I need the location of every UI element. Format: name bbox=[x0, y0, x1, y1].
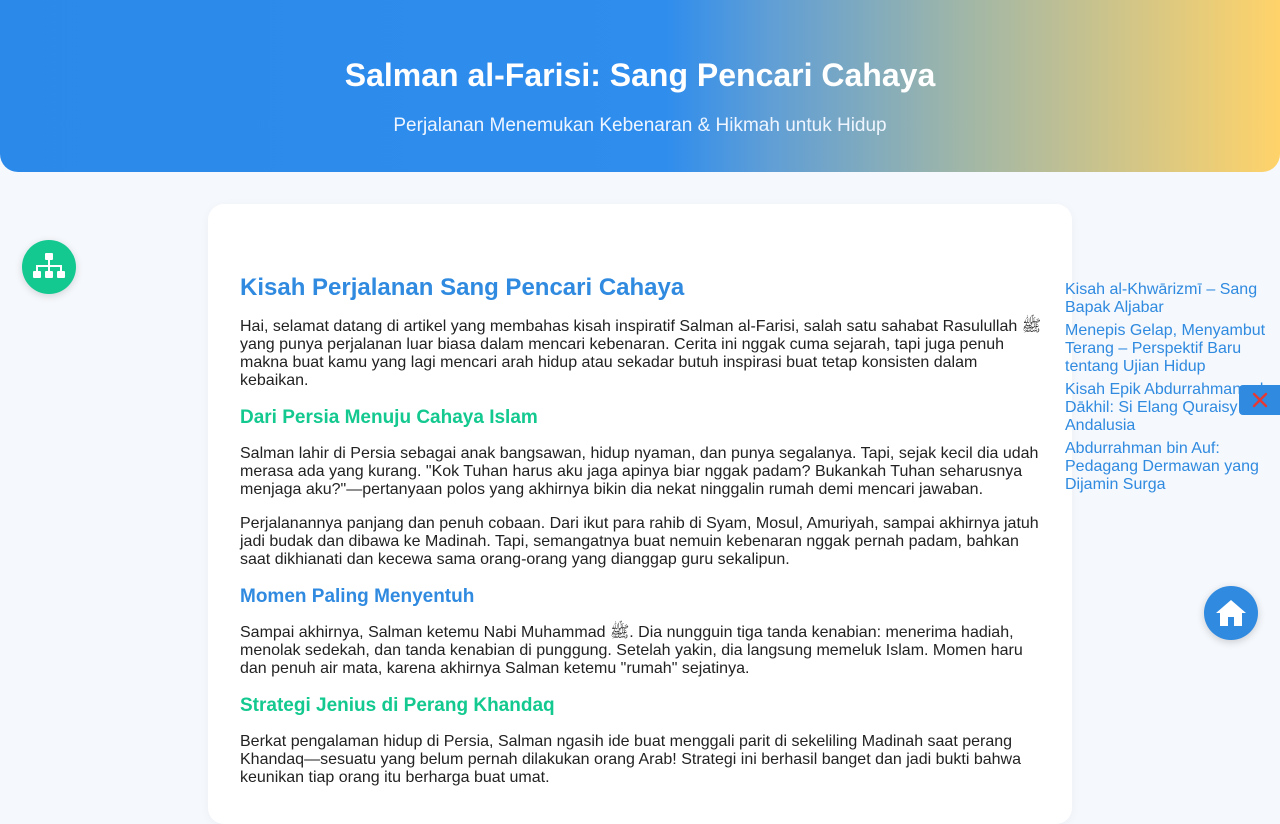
section-title: Momen Paling Menyentuh bbox=[240, 586, 475, 607]
related-link[interactable]: Abdurrahman bin Auf: Pedagang Dermawan y… bbox=[1065, 440, 1270, 494]
sitemap-button[interactable] bbox=[22, 240, 76, 294]
article-intro: Hai, selamat datang di artikel yang memb… bbox=[240, 318, 1042, 389]
section-title: Dari Persia Menuju Cahaya Islam bbox=[240, 407, 538, 428]
page-header: Salman al-Farisi: Sang Pencari Cahaya Pe… bbox=[0, 0, 1280, 172]
close-related-button[interactable] bbox=[1239, 385, 1280, 415]
section-paragraph: Salman lahir di Persia sebagai anak bang… bbox=[240, 445, 1039, 498]
close-icon bbox=[1252, 392, 1267, 408]
page-subtitle: Perjalanan Menemukan Kebenaran & Hikmah … bbox=[393, 115, 887, 136]
article-heading: Kisah Perjalanan Sang Pencari Cahaya bbox=[240, 274, 685, 301]
page-title: Salman al-Farisi: Sang Pencari Cahaya bbox=[344, 57, 936, 93]
section-paragraph: Berkat pengalaman hidup di Persia, Salma… bbox=[240, 733, 1021, 786]
article-content: Kisah Perjalanan Sang Pencari Cahaya Hai… bbox=[240, 272, 1044, 803]
home-icon bbox=[1216, 600, 1246, 626]
related-link[interactable]: Menepis Gelap, Menyambut Terang – Perspe… bbox=[1065, 322, 1270, 376]
section-paragraph: Sampai akhirnya, Salman ketemu Nabi Muha… bbox=[240, 624, 1023, 677]
home-button[interactable] bbox=[1204, 586, 1258, 640]
sitemap-icon bbox=[33, 253, 65, 278]
related-link[interactable]: Kisah al-Khwārizmī – Sang Bapak Aljabar bbox=[1065, 281, 1270, 317]
section-title: Strategi Jenius di Perang Khandaq bbox=[240, 695, 555, 716]
section-paragraph: Perjalanannya panjang dan penuh cobaan. … bbox=[240, 515, 1039, 568]
